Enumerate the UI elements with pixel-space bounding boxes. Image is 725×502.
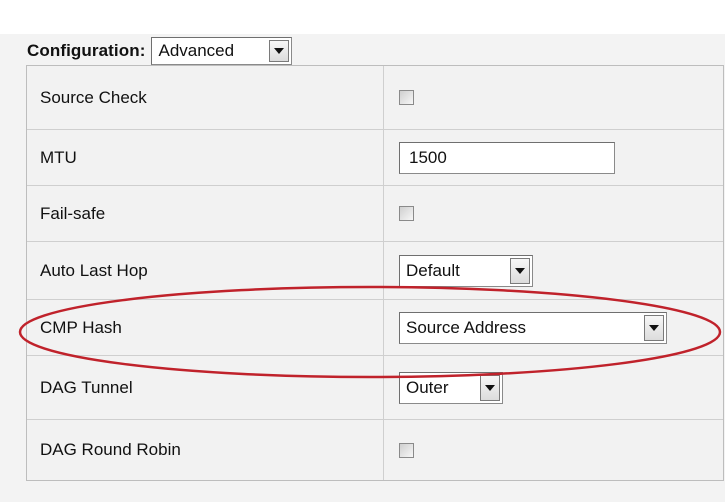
row-label: DAG Tunnel <box>27 356 384 419</box>
row-auto-last-hop: Auto Last Hop Default <box>27 242 723 300</box>
row-label: MTU <box>27 130 384 185</box>
configuration-bar: Configuration: Advanced <box>27 36 293 66</box>
row-label: DAG Round Robin <box>27 420 384 480</box>
row-source-check: Source Check <box>27 66 723 130</box>
row-label: Fail-safe <box>27 186 384 241</box>
dag-round-robin-checkbox[interactable] <box>399 442 414 458</box>
dag-tunnel-select-value: Outer <box>406 377 449 397</box>
cmp-hash-select-value: Source Address <box>406 317 527 337</box>
row-control-cell: Outer <box>385 356 723 419</box>
row-label: Auto Last Hop <box>27 242 384 299</box>
row-fail-safe: Fail-safe <box>27 186 723 242</box>
chevron-down-icon[interactable] <box>269 40 290 62</box>
row-control-cell <box>385 186 723 241</box>
chevron-down-icon[interactable] <box>644 314 664 341</box>
row-control-cell: Source Address <box>385 300 723 355</box>
dag-tunnel-select[interactable]: Outer <box>399 371 503 404</box>
row-label: CMP Hash <box>27 300 384 355</box>
properties-table: Source Check MTU 1500 Fail-safe Auto Las… <box>26 65 724 481</box>
mtu-input[interactable]: 1500 <box>399 141 615 174</box>
chevron-down-icon[interactable] <box>510 257 530 284</box>
row-dag-round-robin: DAG Round Robin <box>27 420 723 480</box>
chevron-down-icon[interactable] <box>480 374 500 401</box>
row-cmp-hash: CMP Hash Source Address <box>27 300 723 356</box>
auto-last-hop-select[interactable]: Default <box>399 254 533 287</box>
top-bar <box>0 0 725 34</box>
configuration-select[interactable]: Advanced <box>151 37 293 65</box>
row-control-cell <box>385 420 723 480</box>
configuration-label: Configuration: <box>27 41 146 60</box>
fail-safe-checkbox[interactable] <box>399 206 414 221</box>
row-mtu: MTU 1500 <box>27 130 723 186</box>
source-check-checkbox[interactable] <box>399 90 414 105</box>
row-control-cell: 1500 <box>385 130 723 185</box>
row-dag-tunnel: DAG Tunnel Outer <box>27 356 723 420</box>
configuration-select-value: Advanced <box>158 41 235 60</box>
row-control-cell <box>385 66 723 129</box>
auto-last-hop-select-value: Default <box>406 260 460 280</box>
row-control-cell: Default <box>385 242 723 299</box>
row-label: Source Check <box>27 66 384 129</box>
cmp-hash-select[interactable]: Source Address <box>399 311 667 344</box>
